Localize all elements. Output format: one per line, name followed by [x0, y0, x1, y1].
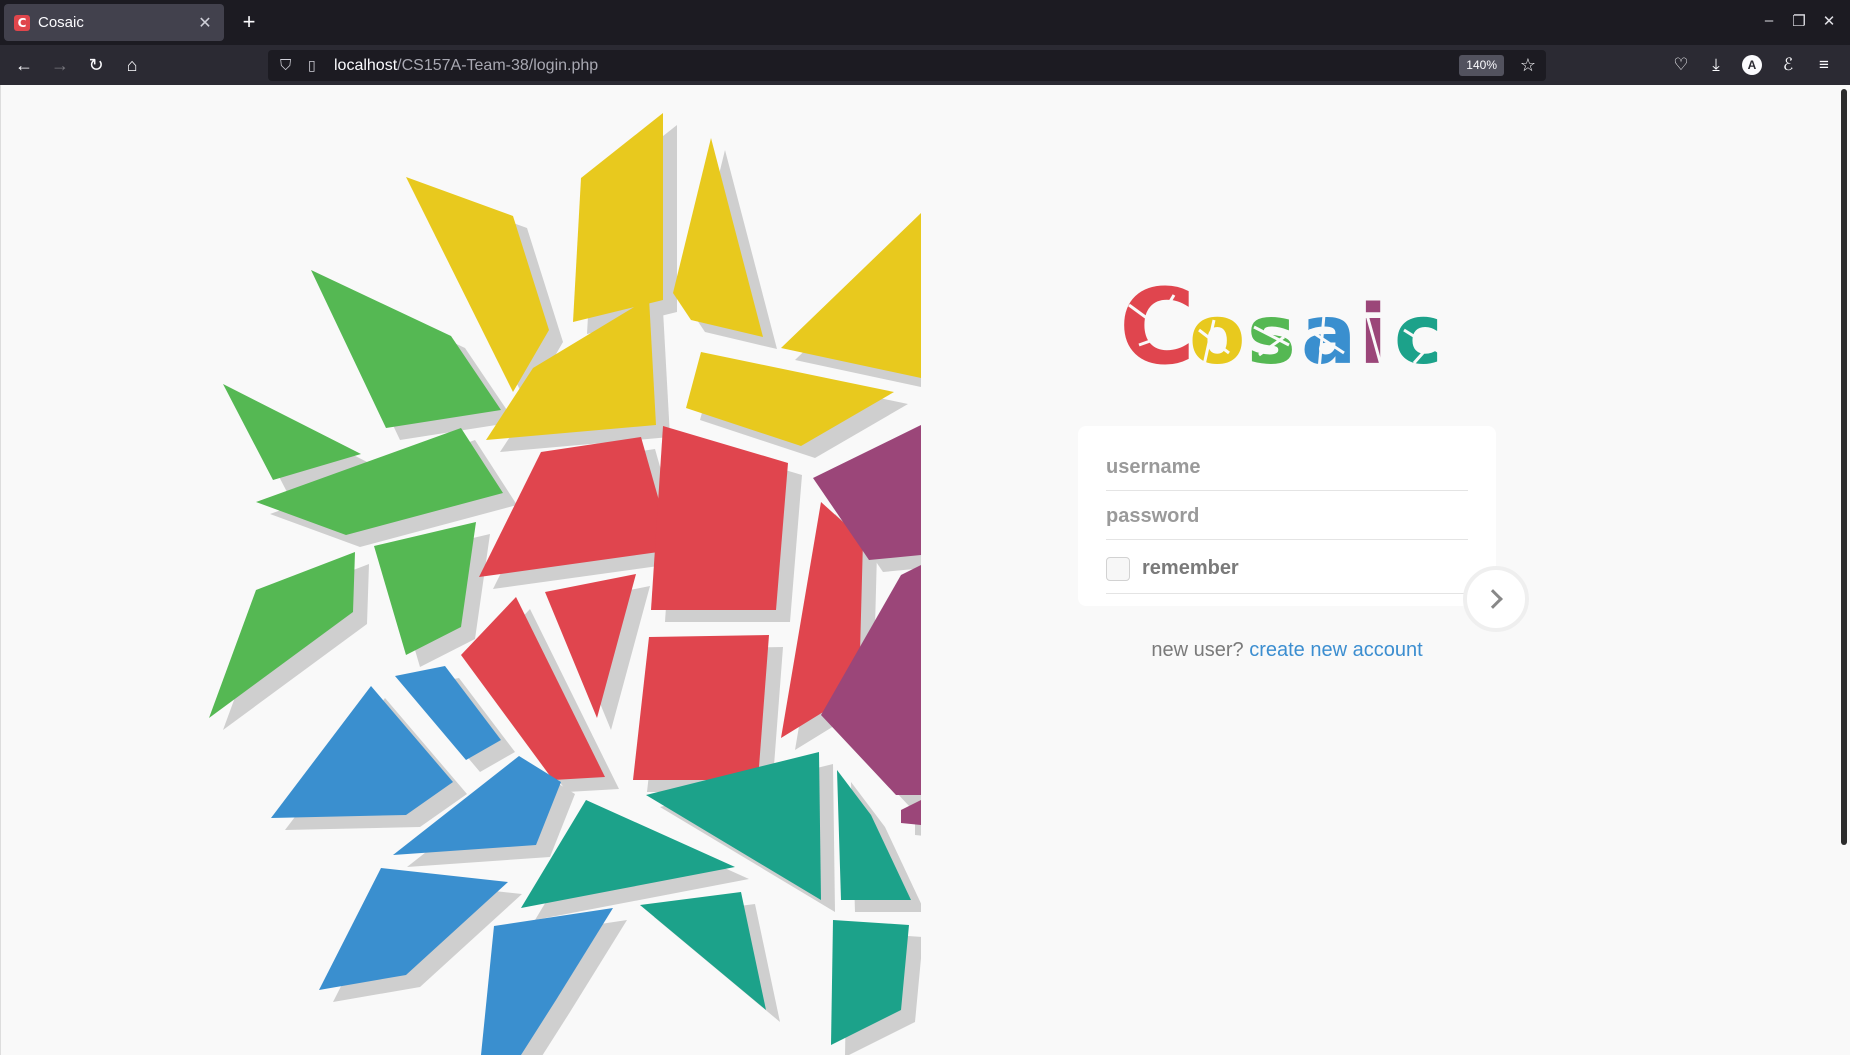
pocket-icon[interactable]: ♡ [1669, 53, 1693, 77]
url-path: /CS157A-Team-38/login.php [397, 56, 599, 74]
login-form-card: remember [1078, 426, 1496, 606]
remember-row: remember [1106, 544, 1468, 594]
url-text[interactable]: localhost/CS157A-Team-38/login.php [334, 57, 598, 75]
address-bar[interactable]: ⛉ ▯ localhost/CS157A-Team-38/login.php 1… [268, 50, 1546, 81]
page-viewport: Cosaic remember new user? create new acc… [0, 85, 1850, 1055]
remember-label[interactable]: remember [1142, 557, 1239, 580]
close-window-icon[interactable]: ✕ [1818, 12, 1840, 30]
mosaic-tile-red [633, 635, 769, 780]
extension-icon[interactable]: ℰ [1776, 53, 1800, 77]
password-input[interactable] [1106, 495, 1468, 537]
back-arrow-icon[interactable]: ← [12, 53, 36, 77]
create-account-link[interactable]: create new account [1249, 639, 1422, 661]
zoom-level-badge[interactable]: 140% [1459, 55, 1504, 76]
browser-tab-bar: C Cosaic ✕ + – ❐ ✕ [0, 0, 1850, 45]
username-field [1106, 446, 1468, 491]
login-submit-button[interactable] [1463, 566, 1529, 632]
cosaic-logo: Cosaic [1119, 275, 1445, 375]
home-icon[interactable]: ⌂ [120, 53, 144, 77]
browser-tab[interactable]: C Cosaic ✕ [4, 4, 224, 41]
password-field [1106, 495, 1468, 540]
account-avatar-icon[interactable]: A [1742, 55, 1762, 75]
logo-letter: c [1394, 288, 1443, 375]
browser-nav-bar: ← → ↻ ⌂ ⛉ ▯ localhost/CS157A-Team-38/log… [0, 45, 1850, 85]
mosaic-tile-yellow [573, 113, 663, 322]
bookmark-star-icon[interactable]: ☆ [1520, 55, 1536, 76]
close-tab-icon[interactable]: ✕ [196, 13, 214, 33]
chevron-right-icon [1483, 589, 1503, 609]
menu-hamburger-icon[interactable]: ≡ [1812, 53, 1836, 77]
url-host: localhost [334, 56, 398, 74]
minimize-window-icon[interactable]: – [1758, 12, 1780, 29]
scrollbar-thumb[interactable] [1841, 89, 1847, 845]
logo-letter: s [1247, 288, 1296, 375]
new-tab-button[interactable]: + [236, 9, 262, 35]
mosaic-illustration [209, 113, 921, 1055]
page-info-icon[interactable]: ▯ [308, 57, 324, 74]
username-input[interactable] [1106, 446, 1468, 488]
remember-checkbox[interactable] [1106, 556, 1130, 581]
forward-arrow-icon[interactable]: → [48, 53, 72, 77]
restore-window-icon[interactable]: ❐ [1788, 12, 1810, 30]
mosaic-tile-yellow [673, 138, 763, 337]
signup-prompt: new user? create new account [1078, 639, 1496, 662]
tracking-shield-icon[interactable]: ⛉ [280, 57, 298, 74]
page-scrollbar[interactable] [1838, 85, 1850, 1055]
mosaic-tile-red [651, 426, 788, 610]
signup-text: new user? [1151, 639, 1244, 661]
downloads-icon[interactable]: ⤓ [1704, 53, 1728, 77]
cosaic-favicon-icon: C [14, 14, 30, 31]
logo-letter: o [1189, 288, 1245, 375]
tab-title: Cosaic [38, 14, 84, 31]
reload-icon[interactable]: ↻ [84, 53, 108, 77]
